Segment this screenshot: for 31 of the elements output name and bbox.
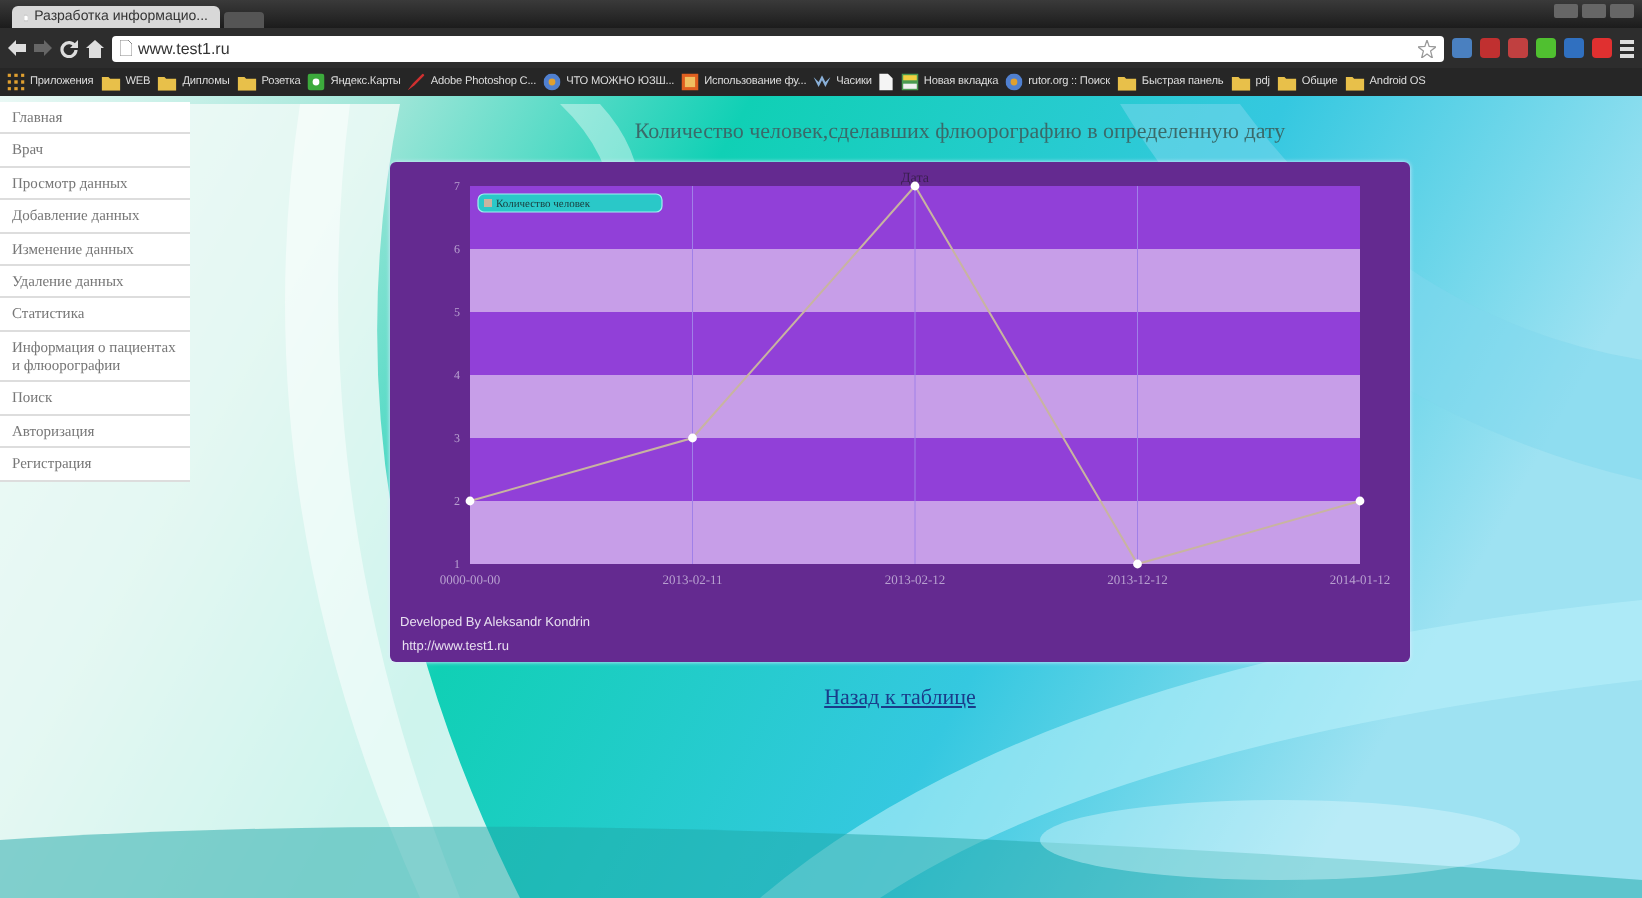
- star-icon[interactable]: [1418, 39, 1436, 57]
- data-point: [910, 181, 920, 191]
- page-icon: [879, 73, 893, 91]
- folder-icon: [158, 74, 177, 90]
- globe-icon: [543, 73, 561, 91]
- data-point: [465, 496, 475, 506]
- folder-icon: [1277, 74, 1297, 90]
- map-icon: [308, 73, 325, 91]
- folder-icon: [1345, 74, 1364, 90]
- reload-icon[interactable]: [60, 39, 78, 57]
- page-icon: [120, 40, 132, 56]
- folder-icon: [1231, 74, 1250, 90]
- brush-icon: [408, 73, 426, 91]
- data-point: [688, 433, 697, 443]
- address-bar[interactable]: www.test1.ru: [112, 35, 1444, 61]
- back-icon[interactable]: [8, 40, 26, 56]
- home-icon[interactable]: [86, 39, 104, 57]
- data-point: [1355, 496, 1365, 506]
- back-link[interactable]: Назад к таблице: [824, 686, 976, 710]
- globe-icon: [1005, 73, 1023, 91]
- folder-icon: [237, 74, 256, 90]
- data-point: [1133, 559, 1142, 569]
- page-title: Количество человек,сделавших флюорографию в определенную дату: [634, 120, 1286, 144]
- grid-icon: [901, 73, 919, 91]
- folder-icon: [101, 74, 120, 90]
- menu-icon[interactable]: [1620, 39, 1634, 57]
- bookmark[interactable]: [877, 72, 894, 92]
- forward-icon[interactable]: [34, 40, 52, 56]
- apps-icon: [7, 73, 25, 91]
- folder-icon: [1117, 74, 1137, 90]
- image-icon: [681, 73, 699, 91]
